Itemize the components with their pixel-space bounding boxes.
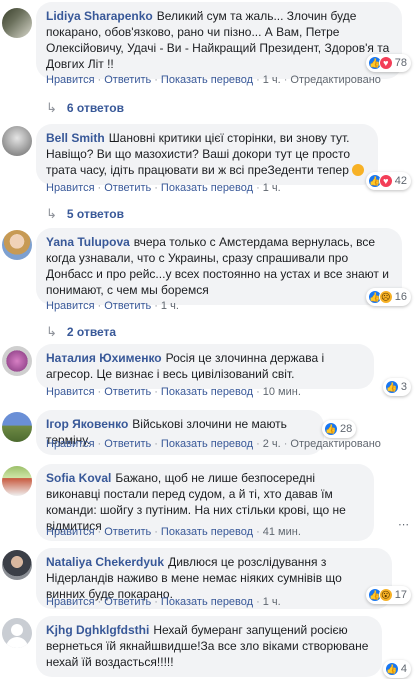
reply-link[interactable]: Ответить: [104, 526, 151, 538]
reply-link[interactable]: Ответить: [104, 182, 151, 194]
comment-actions: Нравится · Ответить · Показать перевод · 2 ч. ·…: [46, 438, 381, 450]
timestamp[interactable]: 1 ч.: [263, 596, 281, 608]
show-translation-link[interactable]: Показать перевод: [161, 182, 253, 194]
love-reaction-icon: ♥: [378, 174, 393, 188]
like-reaction-icon: 👍: [384, 662, 399, 676]
replies-count[interactable]: 6 ответов: [67, 101, 124, 115]
like-link[interactable]: Нравится: [46, 438, 95, 450]
reaction-count: 17: [394, 589, 407, 601]
timestamp[interactable]: 1 ч.: [263, 74, 281, 86]
timestamp[interactable]: 10 мин.: [263, 386, 301, 398]
comment-actions: Нравится · Ответить · Показать перевод · 10 ми…: [46, 386, 301, 398]
like-link[interactable]: Нравится: [46, 182, 95, 194]
avatar[interactable]: [2, 346, 32, 376]
reactions-summary[interactable]: 👍 ♥ 78: [365, 54, 411, 72]
reply-link[interactable]: Ответить: [104, 300, 151, 312]
show-translation-link[interactable]: Показать перевод: [161, 526, 253, 538]
reactions-summary[interactable]: 👍 ☹ 16: [365, 288, 411, 306]
timestamp[interactable]: 1 ч.: [263, 182, 281, 194]
comment-bubble: Kjhg Dghklgfdsthi Нехай бумеранг запущени…: [36, 616, 382, 677]
replies-count[interactable]: 2 ответа: [67, 325, 116, 339]
reply-link[interactable]: Ответить: [104, 596, 151, 608]
sad-reaction-icon: ☹: [378, 290, 393, 304]
avatar[interactable]: [2, 412, 32, 442]
edited-label: Отредактировано: [290, 438, 381, 450]
reply-arrow-icon: ↳: [46, 324, 57, 339]
timestamp[interactable]: 2 ч.: [263, 438, 281, 450]
reaction-count: 78: [394, 57, 407, 69]
like-link[interactable]: Нравится: [46, 596, 95, 608]
comment-author[interactable]: Sofia Koval: [46, 471, 111, 485]
timestamp[interactable]: 41 мин.: [263, 526, 301, 538]
comment-actions: Нравится · Ответить · Показать перевод · 1 ч.: [46, 182, 281, 194]
reaction-count: 28: [340, 423, 353, 435]
avatar[interactable]: [2, 618, 32, 648]
comment-author[interactable]: Ігор Яковенко: [46, 417, 128, 431]
reaction-count: 4: [400, 663, 407, 675]
like-link[interactable]: Нравится: [46, 74, 95, 86]
grinning-face-icon: [352, 164, 365, 176]
view-replies-link[interactable]: ↳ 5 ответов: [46, 206, 124, 222]
avatar[interactable]: [2, 466, 32, 496]
view-replies-link[interactable]: ↳ 6 ответов: [46, 100, 124, 116]
avatar[interactable]: [2, 8, 32, 38]
reply-link[interactable]: Ответить: [104, 74, 151, 86]
comment-bubble: Наталия Юхименко Росія це злочинна держав…: [36, 344, 374, 389]
reactions-summary[interactable]: 👍 😮 17: [365, 586, 411, 604]
reaction-count: 16: [394, 291, 407, 303]
avatar[interactable]: [2, 550, 32, 580]
reaction-count: 42: [394, 175, 407, 187]
timestamp[interactable]: 1 ч.: [161, 300, 179, 312]
reply-link[interactable]: Ответить: [104, 438, 151, 450]
comment-actions: Нравится · Ответить · Показать перевод · 41 ми…: [46, 526, 301, 538]
comment-author[interactable]: Nataliya Chekerdyuk: [46, 555, 164, 569]
reply-link[interactable]: Ответить: [104, 386, 151, 398]
like-link[interactable]: Нравится: [46, 386, 95, 398]
show-translation-link[interactable]: Показать перевод: [161, 438, 253, 450]
show-translation-link[interactable]: Показать перевод: [161, 74, 253, 86]
show-translation-link[interactable]: Показать перевод: [161, 386, 253, 398]
edited-label: Отредактировано: [290, 74, 381, 86]
view-replies-link[interactable]: ↳ 2 ответа: [46, 324, 116, 340]
reactions-summary[interactable]: 👍 4: [382, 660, 411, 678]
replies-count[interactable]: 5 ответов: [67, 207, 124, 221]
comment-bubble: Lidiya Sharapenko Великий сум та жаль... …: [36, 2, 402, 79]
love-reaction-icon: ♥: [378, 56, 393, 70]
reactions-summary[interactable]: 👍 ♥ 42: [365, 172, 411, 190]
like-link[interactable]: Нравится: [46, 526, 95, 538]
reply-arrow-icon: ↳: [46, 100, 57, 115]
like-link[interactable]: Нравится: [46, 300, 95, 312]
reactions-summary[interactable]: 👍 28: [322, 420, 357, 438]
comment-author[interactable]: Kjhg Dghklgfdsthi: [46, 623, 149, 637]
reactions-summary[interactable]: 👍 3: [382, 378, 411, 396]
avatar[interactable]: [2, 126, 32, 156]
comment-author[interactable]: Наталия Юхименко: [46, 351, 162, 365]
show-translation-link[interactable]: Показать перевод: [161, 596, 253, 608]
avatar[interactable]: [2, 230, 32, 260]
reaction-count: 3: [400, 381, 407, 393]
comment-actions: Нравится · Ответить · Показать перевод · 1 ч.: [46, 596, 281, 608]
like-reaction-icon: 👍: [384, 380, 399, 394]
comment-actions: Нравится · Ответить · 1 ч.: [46, 300, 179, 312]
comment-actions: Нравится · Ответить · Показать перевод · 1 ч. ·…: [46, 74, 381, 86]
comment-bubble: Bell Smith Шановні критики цієї сторінки,…: [36, 124, 378, 185]
like-reaction-icon: 👍: [324, 422, 338, 436]
comment-bubble: Yana Tulupova вчера только с Амстердама в…: [36, 228, 402, 305]
comment-author[interactable]: Yana Tulupova: [46, 235, 130, 249]
comment-author[interactable]: Lidiya Sharapenko: [46, 9, 153, 23]
comment-author[interactable]: Bell Smith: [46, 131, 105, 145]
reply-arrow-icon: ↳: [46, 206, 57, 221]
wow-reaction-icon: 😮: [378, 588, 393, 602]
more-options-icon[interactable]: ⋯: [398, 518, 409, 531]
